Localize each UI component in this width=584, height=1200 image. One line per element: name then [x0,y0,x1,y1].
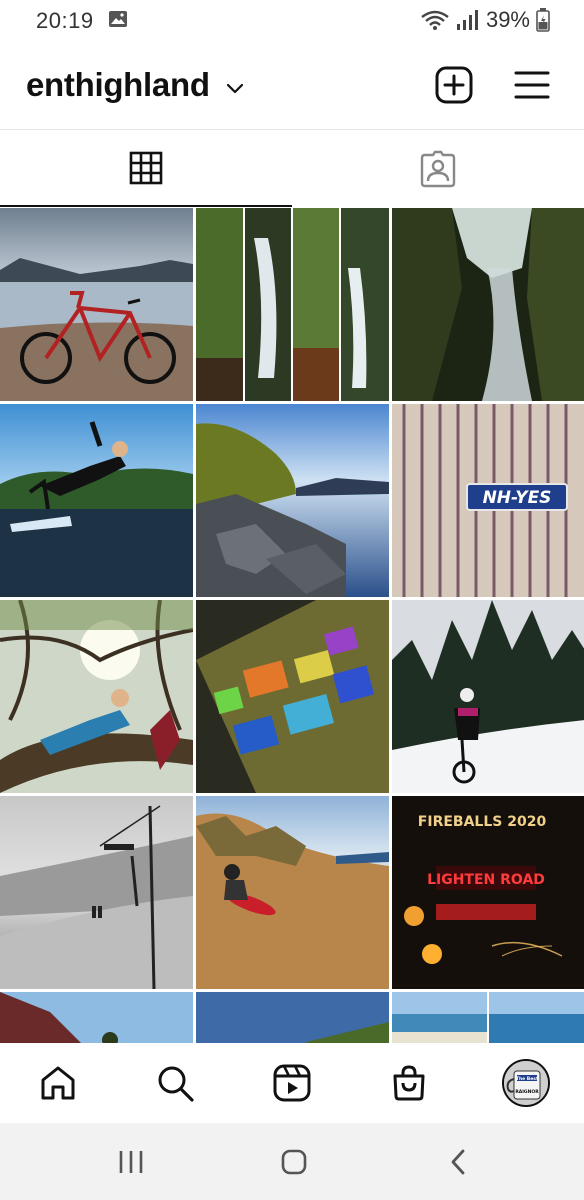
post-rocky-shore[interactable] [196,404,389,597]
mug-text: The Best [516,1076,539,1082]
post-bike-loch[interactable] [0,208,193,401]
home-button-icon [281,1149,307,1175]
battery-percent: 39% [485,7,530,32]
account-username[interactable]: enthighland [26,66,210,104]
post-fireballs-neon[interactable]: FIREBALLS 2020 LIGHTEN ROAD [392,796,584,989]
bottom-navigation: The Best RAIGNOR [0,1043,584,1123]
status-right: 39% [420,6,550,34]
post-blue-sky-hill[interactable] [196,992,389,1043]
back-icon [451,1149,465,1175]
post-sand-dunes[interactable] [196,796,389,989]
post-ski-lift[interactable] [0,796,193,989]
shop-icon [393,1065,425,1101]
new-post-icon[interactable] [434,65,474,105]
home-icon [41,1066,75,1100]
nav-home[interactable] [36,1061,80,1105]
neon-sign-text: FIREBALLS 2020 [418,814,547,830]
profile-avatar[interactable]: The Best RAIGNOR [502,1059,550,1107]
nav-reels[interactable] [270,1061,314,1105]
post-beach-collage[interactable] [392,992,584,1043]
search-icon [158,1066,194,1102]
recent-apps-button[interactable] [111,1147,151,1177]
post-hill-sky[interactable] [0,992,193,1043]
tab-grid[interactable] [0,131,292,207]
battery-icon [536,8,550,32]
menu-icon[interactable] [512,65,552,105]
post-waterfall-collage[interactable] [196,208,389,401]
chevron-down-icon[interactable] [226,82,244,94]
mug-text-2: RAIGNOR [515,1089,539,1095]
profile-header: enthighland [0,40,584,130]
profile-tabs [0,131,584,207]
post-jump-loch[interactable] [0,404,193,597]
post-snow-bike[interactable] [392,600,584,793]
tab-tagged[interactable] [292,131,584,207]
nav-shop[interactable] [387,1061,431,1105]
system-navigation-bar [0,1123,584,1200]
neon-sign-text-2: LIGHTEN ROAD [427,872,545,888]
nav-search[interactable] [153,1061,197,1105]
status-bar: 20:19 39% [0,0,584,40]
signal-icon [456,10,478,30]
wifi-icon [421,10,449,30]
post-tree-climb[interactable] [0,600,193,793]
recent-apps-icon [119,1151,143,1173]
post-grid: NH-YES FIREBALLS 2020 LIGHTEN ROAD [0,208,584,1043]
reels-icon [273,1064,311,1102]
status-time: 20:19 [36,8,94,33]
gallery-icon [109,11,127,27]
post-gorge-waterfall[interactable] [392,208,584,401]
sign-text: NH-YES [483,488,552,508]
post-nh-yes-sign[interactable]: NH-YES [392,404,584,597]
grid-icon [129,151,163,185]
tagged-icon [420,150,456,188]
home-button[interactable] [274,1147,314,1177]
back-button[interactable] [438,1147,478,1177]
post-stained-glass-light[interactable] [196,600,389,793]
